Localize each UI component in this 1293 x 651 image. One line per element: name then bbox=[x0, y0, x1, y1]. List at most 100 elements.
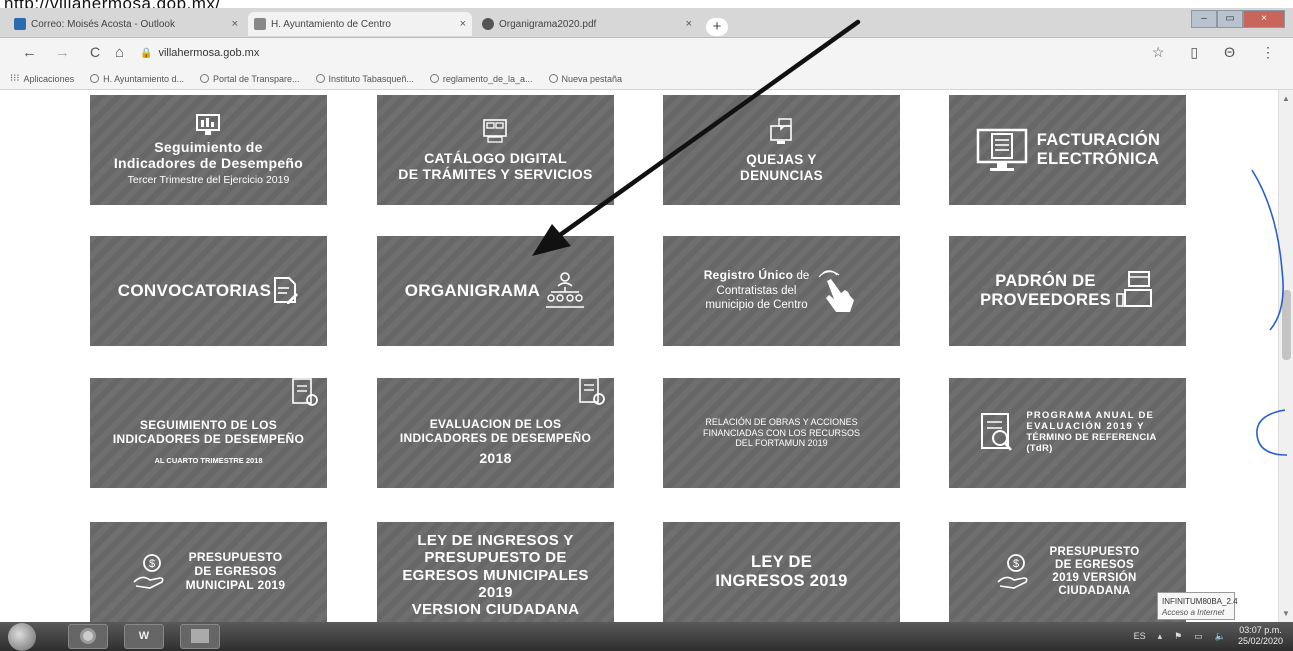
minimize-button[interactable]: – bbox=[1191, 10, 1217, 28]
taskbar-app[interactable] bbox=[180, 624, 220, 649]
tile-presupuesto-egresos[interactable]: $ PRESUPUESTO DE EGRESOS MUNICIPAL 2019 bbox=[90, 522, 327, 622]
menu-icon[interactable]: ⋮ bbox=[1261, 44, 1275, 61]
taskbar-word[interactable]: W bbox=[124, 624, 164, 649]
tray-expand-icon[interactable]: ▴ bbox=[1158, 631, 1163, 642]
tile-presupuesto-ciudadana[interactable]: $ PRESUPUESTO DE EGRESOS 2019 VERSIÓN CI… bbox=[949, 522, 1186, 622]
tile-convocatorias[interactable]: CONVOCATORIAS bbox=[90, 236, 327, 346]
tile-title-line: DE TRÁMITES Y SERVICIOS bbox=[398, 166, 593, 182]
clock-time: 03:07 p.m. bbox=[1239, 625, 1282, 635]
profile-icon[interactable]: Θ bbox=[1224, 44, 1235, 61]
url-input[interactable]: 🔒 villahermosa.gob.mx bbox=[140, 43, 1140, 63]
start-button[interactable] bbox=[8, 623, 36, 651]
tile-ley-ingresos-ciudadana[interactable]: LEY DE INGRESOS Y PRESUPUESTO DE EGRESOS… bbox=[377, 522, 614, 622]
taskbar-chrome[interactable] bbox=[68, 624, 108, 649]
tile-title-line: PRESUPUESTO DE bbox=[424, 549, 567, 567]
tab-strip: Correo: Moisés Acosta - Outlook × H. Ayu… bbox=[0, 8, 1293, 38]
tile-fortamun[interactable]: RELACIÓN DE OBRAS Y ACCIONES FINANCIADAS… bbox=[663, 378, 900, 488]
tile-padron-proveedores[interactable]: PADRÓN DE PROVEEDORES bbox=[949, 236, 1186, 346]
tile-facturacion-electronica[interactable]: FACTURACIÓN ELECTRÓNICA bbox=[949, 95, 1186, 205]
clock[interactable]: 03:07 p.m. 25/02/2020 bbox=[1238, 625, 1283, 647]
bookmark-nueva-pestana[interactable]: Nueva pestaña bbox=[548, 73, 623, 84]
scrollbar-thumb[interactable] bbox=[1282, 290, 1291, 360]
complaint-computer-icon bbox=[769, 118, 792, 145]
bookmark-label: Instituto Tabasqueñ... bbox=[328, 73, 414, 84]
scroll-up-arrow-icon[interactable]: ▲ bbox=[1282, 94, 1290, 103]
volume-icon[interactable]: 🔈 bbox=[1215, 631, 1226, 642]
bookmark-star-icon[interactable]: ☆ bbox=[1152, 44, 1165, 61]
window-controls: – ▭ × bbox=[1191, 10, 1285, 28]
monitor-chart-icon bbox=[196, 113, 221, 135]
bookmark-ayuntamiento[interactable]: H. Ayuntamiento d... bbox=[90, 74, 184, 84]
tile-registro-contratistas[interactable]: Registro Único de Contratistas del munic… bbox=[663, 236, 900, 346]
tile-ley-ingresos-2019[interactable]: LEY DE INGRESOS 2019 bbox=[663, 522, 900, 622]
tab-outlook[interactable]: Correo: Moisés Acosta - Outlook × bbox=[8, 12, 244, 36]
flag-icon[interactable]: ⚑ bbox=[1174, 631, 1182, 642]
tile-title-line: MUNICIPAL 2019 bbox=[185, 577, 286, 592]
tile-title-line: LEY DE bbox=[750, 553, 813, 572]
tile-title-line: DENUNCIAS bbox=[740, 168, 823, 183]
bookmark-label: Aplicaciones bbox=[23, 73, 75, 84]
tile-catalogo-digital[interactable]: CATÁLOGO DIGITAL DE TRÁMITES Y SERVICIOS bbox=[377, 95, 614, 205]
back-button[interactable]: ← bbox=[22, 44, 37, 61]
tile-title-line: DEL FORTAMUN 2019 bbox=[735, 438, 828, 449]
tile-title-line: PRESUPUESTO bbox=[188, 550, 283, 565]
tile-programa-anual[interactable]: PROGRAMA ANUAL DE EVALUACIÓN 2019 Y TÉRM… bbox=[949, 378, 1186, 488]
tile-title-line: VERSION CIUDADANA bbox=[411, 601, 580, 618]
extension-icon[interactable]: ▯ bbox=[1190, 44, 1198, 61]
network-name: INFINITUM80BA_2.4 bbox=[1162, 597, 1238, 606]
document-edit-icon bbox=[274, 277, 299, 304]
hand-money-icon: $ bbox=[133, 554, 164, 589]
scroll-down-arrow-icon[interactable]: ▼ bbox=[1282, 609, 1290, 618]
tile-quejas-denuncias[interactable]: QUEJAS Y DENUNCIAS bbox=[663, 95, 900, 205]
page-scrollbar[interactable]: ▲ ▼ bbox=[1278, 90, 1293, 622]
tab-label: Organigrama2020.pdf bbox=[499, 18, 597, 30]
taskbar: W ES ▴ ⚑ ▭ 🔈 03:07 p.m. 25/02/2020 bbox=[0, 622, 1293, 651]
bookmark-transparencia[interactable]: Portal de Transpare... bbox=[199, 74, 300, 84]
tile-title-rest: de bbox=[793, 269, 810, 282]
tile-title-line: DE EGRESOS bbox=[194, 564, 277, 579]
bookmarks-bar: ⁝⁝⁝ Aplicaciones H. Ayuntamiento d... Po… bbox=[0, 68, 1293, 90]
clock-date: 25/02/2020 bbox=[1237, 636, 1283, 646]
tile-title-line: Indicadores de Desempeño bbox=[113, 155, 304, 171]
tile-subtitle: Tercer Trimestre del Ejercicio 2019 bbox=[127, 174, 290, 187]
tile-organigrama[interactable]: ORGANIGRAMA bbox=[377, 236, 614, 346]
tile-title-line: CATÁLOGO DIGITAL bbox=[424, 149, 567, 166]
hand-money-icon: $ bbox=[996, 554, 1027, 589]
tile-evaluacion-indicadores[interactable]: EVALUACION DE LOS INDICADORES DE DESEMPE… bbox=[377, 378, 614, 488]
forward-button[interactable]: → bbox=[55, 44, 70, 61]
tile-title-line: EGRESOS MUNICIPALES bbox=[402, 566, 589, 584]
bookmark-label: Nueva pestaña bbox=[561, 73, 623, 84]
address-bar-row: ← → C ⌂ 🔒 villahermosa.gob.mx ☆ ▯ Θ ⋮ bbox=[0, 38, 1293, 68]
tab-ayuntamiento[interactable]: H. Ayuntamiento de Centro × bbox=[248, 12, 472, 36]
globe-icon bbox=[548, 74, 558, 83]
reload-button[interactable]: C bbox=[90, 44, 100, 60]
tile-title-line: CONVOCATORIAS bbox=[117, 281, 272, 301]
tile-title-line: ELECTRÓNICA bbox=[1036, 150, 1160, 168]
network-icon[interactable]: ▭ bbox=[1194, 631, 1203, 642]
new-tab-button[interactable]: + bbox=[706, 18, 728, 36]
tab-close-icon[interactable]: × bbox=[674, 18, 692, 30]
outlook-icon bbox=[14, 18, 26, 30]
maximize-button[interactable]: ▭ bbox=[1217, 10, 1243, 28]
tile-title-bold: Registro Único bbox=[703, 267, 794, 282]
bookmark-reglamento[interactable]: reglamento_de_la_a... bbox=[429, 74, 533, 84]
bookmark-instituto[interactable]: Instituto Tabasqueñ... bbox=[315, 73, 414, 84]
tile-title-line: municipio de Centro bbox=[705, 299, 808, 312]
tile-title-line: FACTURACIÓN bbox=[1036, 131, 1161, 150]
supplier-box-icon bbox=[1116, 271, 1152, 307]
close-window-button[interactable]: × bbox=[1243, 10, 1285, 28]
site-icon bbox=[199, 74, 209, 83]
tile-subtitle: AL CUARTO TRIMESTRE 2018 bbox=[154, 456, 263, 466]
tab-organigrama-pdf[interactable]: Organigrama2020.pdf × bbox=[476, 12, 698, 36]
home-button[interactable]: ⌂ bbox=[115, 44, 124, 61]
tab-close-icon[interactable]: × bbox=[448, 18, 466, 30]
url-text: villahermosa.gob.mx bbox=[158, 47, 260, 59]
word-icon: W bbox=[138, 630, 150, 642]
tile-title-line: 2019 bbox=[478, 583, 513, 601]
tile-seguimiento-cuarto-trimestre[interactable]: SEGUIMIENTO DE LOS INDICADORES DE DESEMP… bbox=[90, 378, 327, 488]
bookmark-apps[interactable]: ⁝⁝⁝ Aplicaciones bbox=[10, 73, 74, 84]
language-indicator[interactable]: ES bbox=[1134, 631, 1146, 641]
tile-seguimiento-indicadores[interactable]: Seguimiento de Indicadores de Desempeño … bbox=[90, 95, 327, 205]
tile-title-line: 2018 bbox=[479, 449, 512, 466]
tab-close-icon[interactable]: × bbox=[220, 18, 238, 30]
